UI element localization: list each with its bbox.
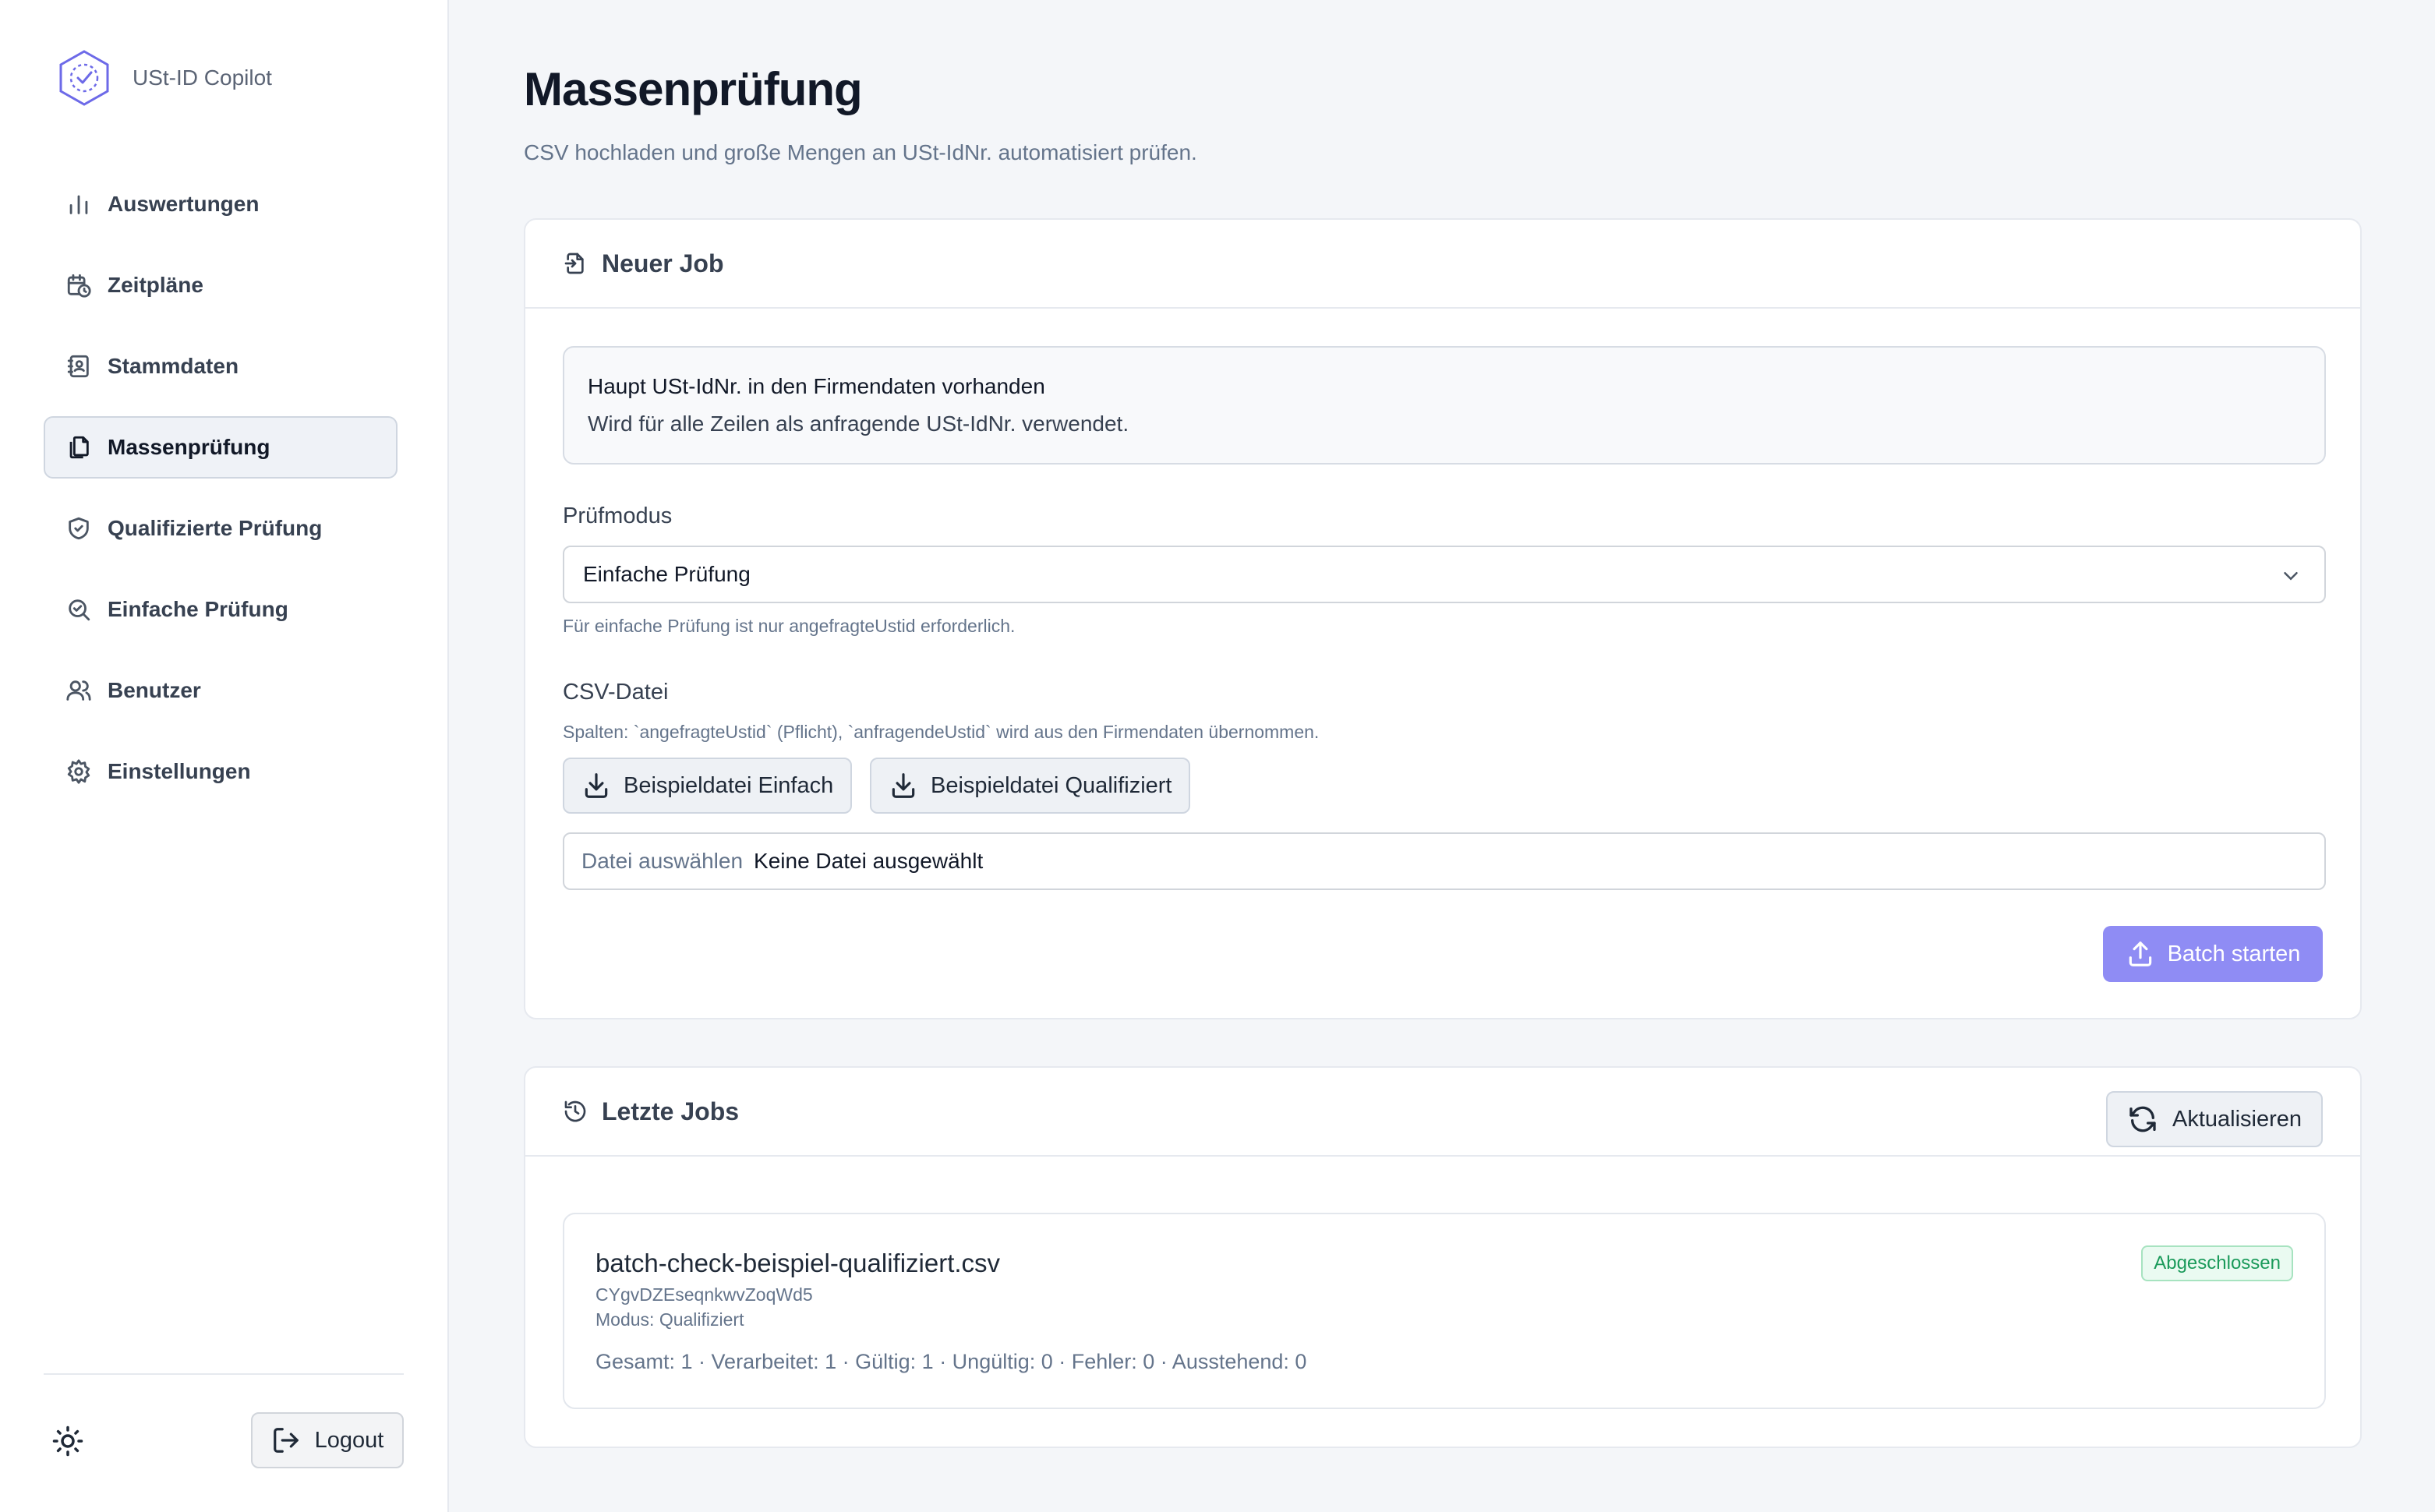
users-icon bbox=[65, 677, 92, 704]
sidebar-item-einfache-pruefung[interactable]: Einfache Prüfung bbox=[44, 578, 398, 641]
sidebar-item-massenpruefung[interactable]: Massenprüfung bbox=[44, 416, 398, 479]
csv-file-input[interactable]: Datei auswählen Keine Datei ausgewählt bbox=[563, 832, 2326, 890]
mode-select[interactable]: Einfache Prüfung bbox=[563, 546, 2326, 603]
logout-button[interactable]: Logout bbox=[251, 1412, 404, 1468]
refresh-button[interactable]: Aktualisieren bbox=[2106, 1091, 2323, 1147]
sidebar-item-label: Stammdaten bbox=[108, 354, 239, 378]
sidebar-item-benutzer[interactable]: Benutzer bbox=[44, 659, 398, 722]
recent-jobs-header: Letzte Jobs Aktualisieren bbox=[525, 1068, 2360, 1157]
sidebar-item-label: Zeitpläne bbox=[108, 273, 203, 297]
job-list-item[interactable]: batch-check-beispiel-qualifiziert.csv CY… bbox=[563, 1213, 2326, 1409]
download-example-simple-button[interactable]: Beispieldatei Einfach bbox=[563, 758, 853, 814]
info-title: Haupt USt-IdNr. in den Firmendaten vorha… bbox=[588, 374, 1045, 398]
refresh-icon bbox=[2129, 1106, 2156, 1132]
recent-jobs-title: Letzte Jobs bbox=[602, 1097, 740, 1125]
history-icon bbox=[564, 1100, 586, 1122]
download-example-qualified-button[interactable]: Beispieldatei Qualifiziert bbox=[870, 758, 1191, 814]
new-job-card: Neuer Job Haupt USt-IdNr. in den Firmend… bbox=[524, 218, 2362, 1019]
sidebar: USt-ID Copilot Auswertungen Zeitpläne St… bbox=[0, 0, 449, 1512]
sun-icon bbox=[52, 1425, 83, 1457]
sidebar-item-label: Benutzer bbox=[108, 678, 201, 702]
job-id: CYgvDZEseqnkwvZoqWd5 bbox=[595, 1284, 813, 1305]
sidebar-item-auswertungen[interactable]: Auswertungen bbox=[44, 173, 398, 235]
bar-chart-icon bbox=[65, 191, 92, 217]
csv-label: CSV-Datei bbox=[563, 680, 669, 705]
file-status: Keine Datei ausgewählt bbox=[754, 849, 984, 873]
download-example-qualified-label: Beispieldatei Qualifiziert bbox=[931, 772, 1172, 798]
file-import-icon bbox=[564, 253, 584, 274]
shield-check-icon bbox=[65, 515, 92, 542]
files-icon bbox=[65, 434, 92, 461]
job-filename: batch-check-beispiel-qualifiziert.csv bbox=[595, 1249, 1001, 1277]
start-batch-label: Batch starten bbox=[2167, 941, 2301, 966]
sidebar-item-qualifizierte-pruefung[interactable]: Qualifizierte Prüfung bbox=[44, 497, 398, 560]
sidebar-item-label: Auswertungen bbox=[108, 192, 260, 216]
mode-hint: Für einfache Prüfung ist nur angefragteU… bbox=[563, 616, 1016, 636]
calendar-clock-icon bbox=[65, 272, 92, 299]
page-title: Massenprüfung bbox=[524, 63, 863, 115]
start-batch-button[interactable]: Batch starten bbox=[2103, 926, 2323, 982]
sidebar-item-label: Einstellungen bbox=[108, 759, 251, 783]
upload-icon bbox=[2129, 941, 2151, 966]
choose-file-button[interactable]: Datei auswählen bbox=[581, 849, 743, 874]
new-job-title: Neuer Job bbox=[602, 249, 724, 277]
status-badge: Abgeschlossen bbox=[2141, 1245, 2293, 1281]
logout-label: Logout bbox=[314, 1427, 384, 1453]
theme-toggle-button[interactable] bbox=[51, 1425, 84, 1457]
chevron-down-icon bbox=[2284, 572, 2298, 581]
refresh-label: Aktualisieren bbox=[2172, 1106, 2302, 1132]
mode-label: Prüfmodus bbox=[563, 503, 673, 528]
logout-icon bbox=[273, 1428, 299, 1453]
sidebar-item-label: Qualifizierte Prüfung bbox=[108, 516, 323, 540]
sidebar-item-label: Einfache Prüfung bbox=[108, 597, 288, 621]
sidebar-divider bbox=[44, 1373, 404, 1375]
search-check-icon bbox=[65, 596, 92, 623]
app: USt-ID Copilot Auswertungen Zeitpläne St… bbox=[0, 0, 2435, 1512]
recent-jobs-card: Letzte Jobs Aktualisieren batch-check-be… bbox=[524, 1066, 2362, 1448]
gear-icon bbox=[65, 758, 92, 785]
brand[interactable]: USt-ID Copilot bbox=[56, 48, 272, 108]
sidebar-item-stammdaten[interactable]: Stammdaten bbox=[44, 335, 398, 397]
sidebar-item-einstellungen[interactable]: Einstellungen bbox=[44, 740, 398, 803]
mode-select-value: Einfache Prüfung bbox=[583, 562, 751, 586]
sidebar-item-zeitplaene[interactable]: Zeitpläne bbox=[44, 254, 398, 316]
main-content: Massenprüfung CSV hochladen und große Me… bbox=[449, 0, 2435, 1512]
download-example-simple-label: Beispieldatei Einfach bbox=[624, 772, 834, 798]
sidebar-item-label: Massenprüfung bbox=[108, 435, 270, 459]
contact-book-icon bbox=[65, 353, 92, 380]
download-icon bbox=[585, 773, 608, 798]
brand-logo-icon bbox=[59, 50, 109, 106]
job-mode: Modus: Qualifiziert bbox=[595, 1309, 744, 1330]
job-stats: Gesamt: 1 · Verarbeitet: 1 · Gültig: 1 ·… bbox=[595, 1350, 1307, 1373]
csv-hint: Spalten: `angefragteUstid` (Pflicht), `a… bbox=[563, 722, 1320, 742]
app-name: USt-ID Copilot bbox=[133, 65, 272, 90]
new-job-header: Neuer Job bbox=[525, 220, 2360, 309]
sidebar-nav: Auswertungen Zeitpläne Stammdaten Massen… bbox=[44, 173, 398, 821]
page-subtitle: CSV hochladen und große Mengen an USt-Id… bbox=[524, 140, 1197, 164]
download-icon bbox=[892, 773, 915, 798]
company-vat-info-box: Haupt USt-IdNr. in den Firmendaten vorha… bbox=[563, 346, 2326, 465]
info-text: Wird für alle Zeilen als anfragende USt-… bbox=[588, 412, 1129, 436]
